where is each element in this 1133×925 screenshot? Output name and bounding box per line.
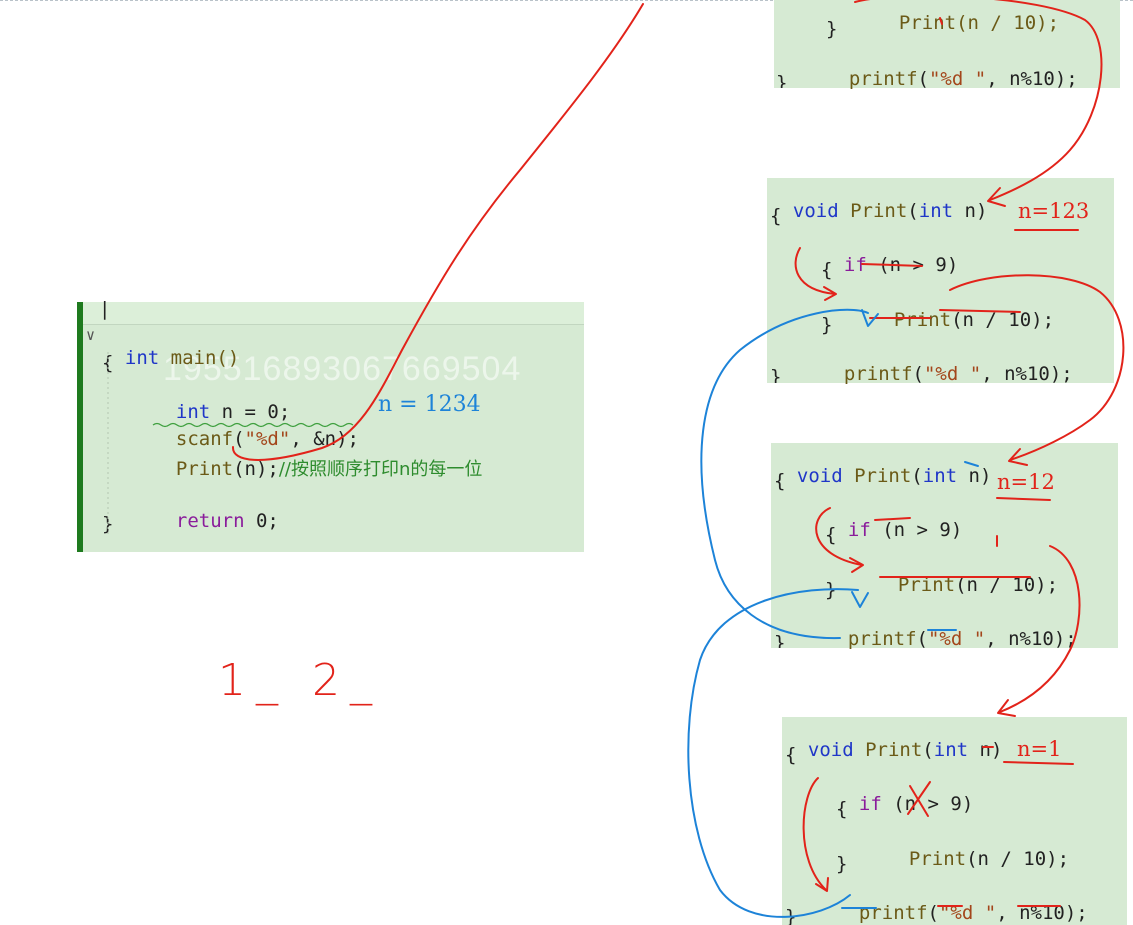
gutter-change-bar [77,302,83,552]
function-name: printf [858,902,928,924]
function-name: main() [159,347,240,369]
code-text: 0; [244,510,279,532]
annotation-frame-value: n=1 [1017,737,1062,761]
code-line-close-brace: } [836,853,848,875]
function-name: Print(n / 10); [898,12,1060,34]
current-line-highlight [83,302,584,325]
code-text: (n > 9) [866,254,959,276]
keyword: void [792,200,839,222]
function-name: Print [893,309,952,331]
code-text: ( [916,628,928,650]
function-name: Print [175,458,234,480]
keyword: int [918,200,954,222]
code-text: , n%10); [985,628,1077,650]
code-text: (n > 9) [870,519,963,541]
keyword: int [933,739,969,761]
code-text: (n / 10); [955,574,1059,596]
code-line-partial-call: Print(n / 10); [876,0,1059,34]
code-line-open-brace: { [821,259,833,281]
code-line-signature: void Print(int n) [774,443,992,487]
code-text: , n%10); [996,902,1088,924]
function-name: Print [842,465,912,487]
code-line-printf: printf("%d ", n%10); [836,880,1088,924]
code-text: n) [957,465,992,487]
code-line-recursive-call: Print(n / 10); [886,826,1069,870]
code-line-open-brace: { [836,798,848,820]
function-name: printf [848,68,918,90]
annotation-frame-value: n=12 [997,470,1055,494]
output-sketch: 1_ 2_ [218,655,382,706]
code-line-open-brace: { [774,470,786,492]
code-text: n) [968,739,1003,761]
function-name: Print [838,200,908,222]
code-line-if: if (n > 9) [821,232,958,276]
code-line-print-call: Print(n);//按照顺序打印n的每一位 [153,433,483,481]
caret: | [99,298,111,320]
code-line-open-brace: { [770,205,782,227]
code-line-close-brace: } [770,366,782,383]
code-text: (n); [233,458,279,480]
function-name: Print [897,574,956,596]
function-name: printf [847,628,917,650]
code-text: ( [911,465,923,487]
code-line-close-brace: } [826,18,838,40]
code-line-close-brace: } [102,513,114,535]
annotation-input-value: n = 1234 [378,392,481,417]
keyword: if [858,793,882,815]
code-line-close-brace: } [825,579,837,601]
code-line-if: if (n > 9) [825,497,962,541]
code-line-close-brace: } [821,314,833,336]
code-text: , n%10); [981,363,1073,385]
code-text: (n / 10); [966,848,1070,870]
code-text: ( [927,902,939,924]
code-line-signature: void Print(int n) [785,717,1003,761]
function-name: Print [853,739,923,761]
string-literal: "%d " [923,363,982,385]
code-text: n) [953,200,988,222]
code-text: , n%10); [986,68,1078,90]
code-line-if: if (n > 9) [836,771,973,815]
code-text: ( [922,739,934,761]
code-line-open-brace: { [785,744,797,766]
keyword: int [124,347,160,369]
code-line-printf: printf("%d ", n%10); [821,341,1073,385]
function-name: Print [908,848,967,870]
code-text: (n > 9) [881,793,974,815]
code-comment: //按照顺序打印n的每一位 [278,459,483,480]
keyword: int [922,465,958,487]
string-literal: "%d " [928,68,987,90]
arrowhead [997,699,1016,717]
code-line-printf: printf("%d ", n%10); [826,46,1078,90]
code-line-signature: void Print(int n) [770,178,988,222]
code-line-close-brace: } [776,72,788,88]
code-text: ( [917,68,929,90]
code-line-main: int main() [102,325,239,369]
code-line-open-brace: { [102,352,114,374]
keyword: if [843,254,867,276]
code-line-recursive-call: Print(n / 10); [875,552,1058,596]
code-line-close-brace: } [785,906,797,925]
keyword: return [175,510,245,532]
keyword: void [796,465,843,487]
code-line-open-brace: { [825,524,837,546]
code-line-close-brace: } [774,632,786,648]
code-text: ( [907,200,919,222]
keyword: void [807,739,854,761]
function-name: printf [843,363,913,385]
string-literal: "%d " [927,628,986,650]
fold-toggle-icon[interactable]: ∨ [86,326,95,344]
code-text: ( [912,363,924,385]
string-literal: "%d " [938,902,997,924]
keyword: if [847,519,871,541]
code-line-printf: printf("%d ", n%10); [825,606,1077,650]
code-line-return: return 0; [153,488,279,532]
annotation-frame-value: n=123 [1018,199,1090,223]
code-line-recursive-call: Print(n / 10); [871,287,1054,331]
code-text: (n / 10); [951,309,1055,331]
